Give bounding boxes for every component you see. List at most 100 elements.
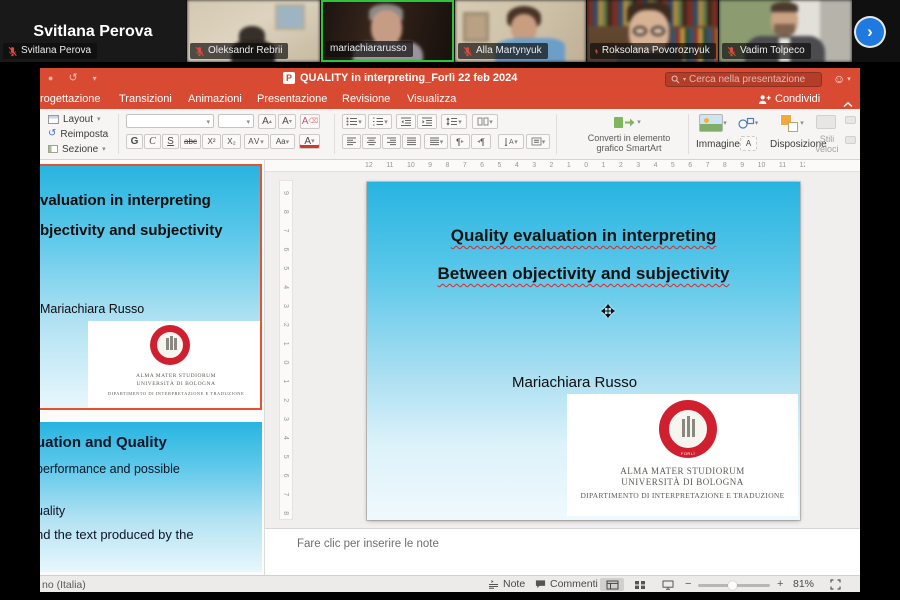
zoom-level[interactable]: 81% [793, 578, 814, 590]
outdent-icon [400, 117, 412, 126]
character-spacing-button[interactable]: AV▾ [244, 134, 269, 149]
search-input[interactable]: ▾ Cerca nella presentazione [665, 72, 822, 87]
fit-slide-button[interactable] [826, 578, 844, 591]
zoom-out-button[interactable]: − [685, 578, 691, 590]
slide-title-line1[interactable]: Quality evaluation in interpreting [367, 226, 800, 246]
participant-tile-roksolana[interactable]: Roksolana Povoroznyuk [587, 0, 718, 62]
align-left-button[interactable] [342, 134, 361, 149]
comment-icon [535, 579, 546, 589]
superscript-button[interactable]: X² [202, 134, 221, 149]
underline-button[interactable]: S [162, 134, 179, 149]
next-participants-button[interactable]: › [856, 18, 884, 46]
slideshow-icon [662, 580, 674, 590]
font-name-combo[interactable] [126, 114, 214, 128]
ruler-numbers: 12 11 10 9 8 7 6 5 4 3 2 1 0 1 2 3 4 5 6… [365, 162, 805, 169]
font-size-combo[interactable] [218, 114, 254, 128]
participant-tile-mariachiara-active-speaker[interactable]: mariachiararusso [321, 0, 454, 62]
increase-indent-button[interactable] [417, 114, 437, 129]
smartart-button[interactable]: ▾ [612, 112, 642, 132]
insert-shapes-button[interactable]: ▾ [734, 113, 762, 133]
font-color-button[interactable]: A▾ [299, 134, 320, 149]
clear-formatting-button[interactable]: A⌫ [300, 114, 320, 129]
picture-icon [699, 114, 723, 132]
thumb2-line2: performance and possible [40, 462, 180, 476]
paragraph-rtl-icon: ¶ [480, 137, 485, 147]
search-icon [671, 75, 680, 84]
text-orientation-button[interactable]: A▾ [498, 134, 524, 149]
quick-styles-button[interactable] [814, 113, 838, 131]
justify-button[interactable] [402, 134, 421, 149]
shape-outline-button[interactable] [842, 134, 858, 146]
thumb2-line4: nd the text produced by the [40, 527, 194, 542]
bullets-button[interactable]: ▾ [342, 114, 366, 129]
slide-sorter-view-button[interactable] [628, 578, 652, 591]
tab-presentazione[interactable]: Presentazione [257, 93, 327, 105]
normal-view-button[interactable] [600, 578, 624, 591]
insert-textbox-button[interactable]: A [740, 136, 757, 151]
tab-visualizza[interactable]: Visualizza [407, 93, 456, 105]
logo-line1: ALMA MATER STUDIORUM [567, 466, 798, 476]
comments-toggle-button[interactable]: Commenti [535, 578, 598, 590]
tab-revisione[interactable]: Revisione [342, 93, 390, 105]
layout-icon [48, 115, 59, 124]
align-right-button[interactable] [382, 134, 401, 149]
arrange-icon [780, 114, 800, 132]
decrease-indent-button[interactable] [396, 114, 416, 129]
undo-icon[interactable]: ↺ [68, 72, 77, 85]
strikethrough-button[interactable]: abc [180, 134, 201, 149]
grow-font-button[interactable]: A▴ [258, 114, 276, 129]
muted-mic-icon [194, 46, 205, 57]
line-spacing-button[interactable]: ▾ [441, 114, 467, 129]
slide-title-line2[interactable]: Between objectivity and subjectivity [367, 264, 800, 284]
feedback-smiley-button[interactable]: ☺▾ [833, 72, 851, 86]
zoom-slider-knob[interactable] [728, 581, 737, 590]
slide-thumbnail-1-selected[interactable]: valuation in interpreting bjectivity and… [40, 164, 262, 410]
participant-tile-oleksandr[interactable]: Oleksandr Rebrii [187, 0, 320, 62]
layout-button[interactable]: Layout▾ [48, 112, 101, 126]
participant-name-chip: Roksolana Povoroznyuk [590, 43, 716, 59]
shrink-font-button[interactable]: A▾ [278, 114, 296, 129]
horizontal-ruler: 12 11 10 9 8 7 6 5 4 3 2 1 0 1 2 3 4 5 6… [265, 160, 860, 172]
columns-button[interactable]: ▾ [472, 114, 498, 129]
disposizione-button[interactable]: ▾ [777, 112, 807, 134]
italic-button[interactable]: C [144, 134, 161, 149]
textframe-icon [531, 137, 542, 146]
bold-button[interactable]: G [126, 134, 143, 149]
slide-author[interactable]: Mariachiara Russo [512, 374, 637, 391]
change-case-button[interactable]: Aa▾ [270, 134, 295, 149]
shape-fill-button[interactable] [842, 114, 858, 126]
tab-animazioni[interactable]: Animazioni [188, 93, 242, 105]
insert-picture-button[interactable]: ▾ [696, 113, 730, 133]
zoom-slider[interactable] [698, 584, 770, 587]
dropdown-icon[interactable]: ▾ [93, 72, 97, 85]
share-button[interactable]: Condividi [758, 93, 820, 105]
ruler-numbers: 9 8 7 6 5 4 3 2 1 0 1 2 3 4 5 6 7 8 9 [282, 191, 289, 520]
distribute-button[interactable]: ▾ [424, 134, 448, 149]
slideshow-view-button[interactable] [656, 578, 680, 591]
chevron-up-icon [843, 101, 853, 108]
participant-tile-svitlana[interactable]: Svitlana Perova Svitlana Perova [0, 0, 186, 62]
sezione-button[interactable]: Sezione▾ [48, 142, 106, 156]
align-center-button[interactable] [362, 134, 381, 149]
participant-tile-vadim[interactable]: Vadim Tolpeco [719, 0, 852, 62]
text-direction-rtl-button[interactable]: ◂¶ [471, 134, 491, 149]
align-right-icon [386, 137, 397, 146]
slide-thumbnail-2[interactable]: uation and Quality performance and possi… [40, 422, 262, 572]
participant-tile-alla[interactable]: Alla Martynyuk [455, 0, 586, 62]
numbering-button[interactable]: ▾ [368, 114, 392, 129]
smartart-label: Converti in elemento grafico SmartArt [576, 133, 682, 154]
text-direction-ltr-button[interactable]: ¶▸ [450, 134, 470, 149]
zoom-in-button[interactable]: + [777, 578, 783, 590]
slide-editor-area: 9 8 7 6 5 4 3 2 1 0 1 2 3 4 5 6 7 8 9 Qu… [265, 172, 860, 528]
notes-pane[interactable]: Fare clic per inserire le note [265, 528, 860, 575]
notes-toggle-button[interactable]: Note [488, 578, 525, 590]
save-icon[interactable]: ● [48, 72, 53, 85]
unibo-logo-box[interactable]: FORLÌ ALMA MATER STUDIORUM UNIVERSITÀ DI… [567, 394, 798, 516]
language-indicator[interactable]: no (Italia) [42, 579, 86, 591]
tab-transizioni[interactable]: Transizioni [119, 93, 172, 105]
reimposta-button[interactable]: ↺ Reimposta [48, 127, 108, 141]
slide-canvas[interactable]: Quality evaluation in interpreting Betwe… [367, 182, 800, 520]
subscript-button[interactable]: X₂ [222, 134, 241, 149]
tab-progettazione[interactable]: rogettazione [40, 93, 101, 105]
align-text-button[interactable]: ▾ [526, 134, 550, 149]
